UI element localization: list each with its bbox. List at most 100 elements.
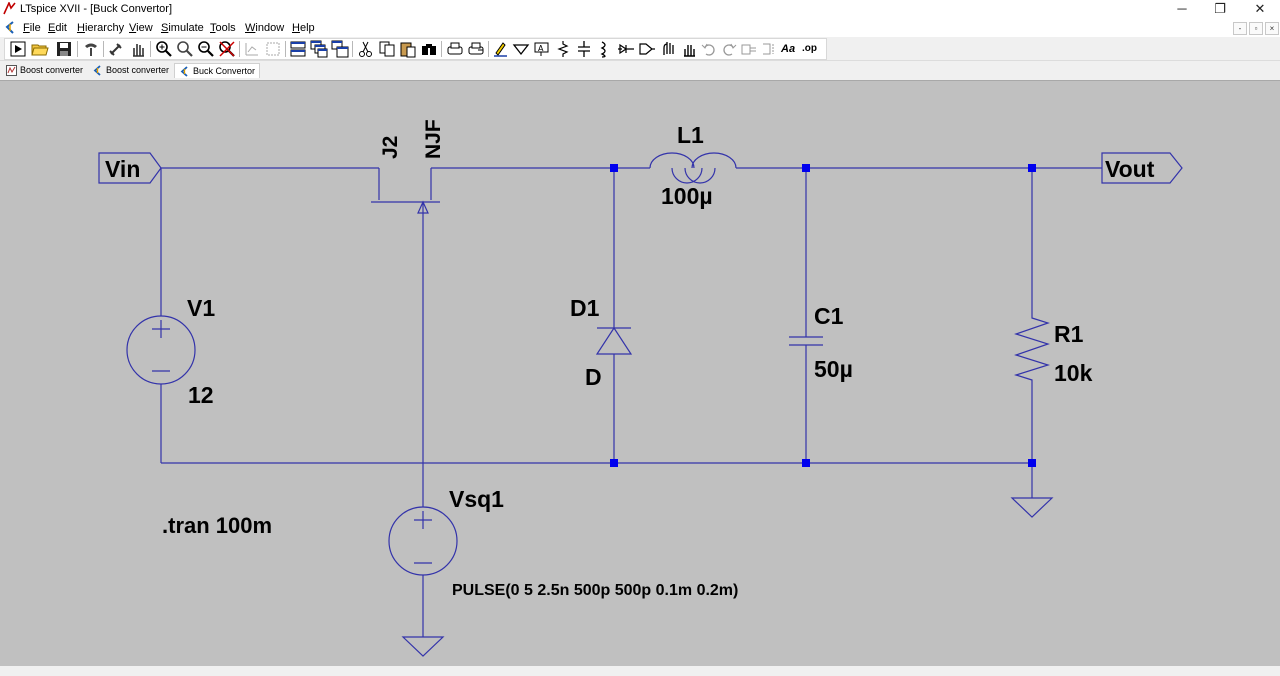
zoom-in-icon[interactable] bbox=[155, 40, 173, 58]
r1-value-label[interactable]: 10k bbox=[1054, 360, 1093, 386]
tile-vertical-icon[interactable] bbox=[331, 40, 349, 58]
d1-diode[interactable] bbox=[595, 168, 633, 463]
menu-help[interactable]: Help bbox=[292, 22, 315, 34]
ground-symbol[interactable] bbox=[401, 636, 445, 657]
mdi-minimize-button[interactable]: - bbox=[1233, 22, 1247, 35]
spice-directive-icon[interactable]: .op bbox=[802, 40, 820, 58]
j2-name-label[interactable]: J2 bbox=[379, 136, 402, 159]
title-bar: LTspice XVII - [Buck Convertor] ─ ❐ ✕ bbox=[0, 0, 1280, 19]
rotate-icon[interactable] bbox=[659, 40, 677, 58]
restore-button[interactable]: ❐ bbox=[1200, 0, 1240, 19]
vsq1-value-label[interactable]: PULSE(0 5 2.5n 500p 500p 0.1m 0.2m) bbox=[452, 582, 738, 599]
rotate-component-icon[interactable] bbox=[740, 40, 758, 58]
d1-name-label[interactable]: D1 bbox=[570, 295, 600, 321]
toolbar-separator bbox=[77, 41, 78, 57]
junction-dot bbox=[1028, 164, 1036, 172]
open-icon[interactable] bbox=[31, 40, 49, 58]
mdi-close-button[interactable]: × bbox=[1265, 22, 1279, 35]
mirror-icon[interactable] bbox=[680, 40, 698, 58]
v1-name-label[interactable]: V1 bbox=[187, 295, 215, 321]
print-setup-icon[interactable] bbox=[467, 40, 485, 58]
vin-label: Vin bbox=[105, 156, 140, 182]
waveform-doc-icon bbox=[6, 65, 17, 76]
j2-model-label[interactable]: NJF bbox=[422, 119, 445, 159]
toolbar-separator bbox=[150, 41, 151, 57]
halt-icon[interactable] bbox=[107, 40, 125, 58]
undo-icon[interactable] bbox=[700, 40, 718, 58]
save-icon[interactable] bbox=[55, 40, 73, 58]
toolbar-separator bbox=[352, 41, 353, 57]
r1-name-label[interactable]: R1 bbox=[1054, 321, 1084, 347]
vout-label: Vout bbox=[1105, 156, 1155, 182]
schematic-doc-icon bbox=[93, 65, 101, 76]
vsq1-plus-sign bbox=[414, 511, 432, 529]
r1-resistor[interactable] bbox=[1013, 168, 1051, 463]
menu-hierarchy[interactable]: Hierarchy bbox=[77, 22, 124, 34]
ground-symbol[interactable] bbox=[1010, 497, 1054, 518]
inductor-icon[interactable] bbox=[596, 40, 614, 58]
toolbar: A Aa .op bbox=[0, 37, 1280, 61]
capacitor-icon[interactable] bbox=[575, 40, 593, 58]
l1-name-label[interactable]: L1 bbox=[677, 122, 704, 148]
schematic-drawing[interactable]: Vin Vout J2 NJF L1 100µ V1 12 D1 D C1 50… bbox=[0, 81, 1280, 667]
ground-icon[interactable] bbox=[512, 40, 530, 58]
v1-value-label[interactable]: 12 bbox=[188, 382, 214, 408]
menu-edit[interactable]: Edit bbox=[48, 22, 67, 34]
c1-value-label[interactable]: 50µ bbox=[814, 356, 853, 382]
resistor-icon[interactable] bbox=[554, 40, 572, 58]
draw-wire-icon[interactable] bbox=[492, 40, 510, 58]
tab-boost-converter-1[interactable]: Boost converter bbox=[2, 63, 87, 78]
zoom-area-icon[interactable] bbox=[264, 40, 282, 58]
menu-simulate[interactable]: Simulate bbox=[161, 22, 204, 34]
schematic-canvas[interactable]: Vin Vout J2 NJF L1 100µ V1 12 D1 D C1 50… bbox=[0, 80, 1280, 666]
menu-file[interactable]: File bbox=[23, 22, 41, 34]
pan-icon[interactable] bbox=[129, 40, 147, 58]
svg-text:A: A bbox=[538, 44, 544, 53]
tran-directive[interactable]: .tran 100m bbox=[162, 513, 272, 538]
autorange-icon[interactable] bbox=[243, 40, 261, 58]
redo-icon[interactable] bbox=[720, 40, 738, 58]
minimize-button[interactable]: ─ bbox=[1162, 0, 1202, 19]
schematic-doc-icon[interactable] bbox=[4, 21, 17, 34]
zoom-out-icon[interactable] bbox=[197, 40, 215, 58]
menu-view[interactable]: View bbox=[129, 22, 153, 34]
vsq1-name-label[interactable]: Vsq1 bbox=[449, 486, 504, 512]
tab-boost-converter-2[interactable]: Boost converter bbox=[88, 63, 173, 78]
copy-icon[interactable] bbox=[378, 40, 396, 58]
text-icon[interactable]: Aa bbox=[781, 40, 799, 58]
status-bar bbox=[0, 666, 1280, 676]
component-icon[interactable] bbox=[638, 40, 656, 58]
label-net-icon[interactable]: A bbox=[533, 40, 551, 58]
d1-model-label[interactable]: D bbox=[585, 364, 602, 390]
print-icon[interactable] bbox=[446, 40, 464, 58]
zoom-fit-icon[interactable] bbox=[176, 40, 194, 58]
junction-dot bbox=[802, 459, 810, 467]
j2-jfet[interactable] bbox=[371, 168, 440, 463]
l1-inductor[interactable] bbox=[649, 152, 737, 184]
menu-tools[interactable]: Tools bbox=[210, 22, 236, 34]
toolbar-separator bbox=[441, 41, 442, 57]
ltspice-app-icon bbox=[3, 2, 16, 15]
mirror-component-icon[interactable] bbox=[760, 40, 778, 58]
tab-buck-convertor[interactable]: Buck Convertor bbox=[174, 63, 261, 78]
tile-horizontal-icon[interactable] bbox=[289, 40, 307, 58]
cut-icon[interactable] bbox=[357, 40, 375, 58]
run-icon[interactable] bbox=[9, 40, 27, 58]
find-icon[interactable] bbox=[420, 40, 438, 58]
diode-icon[interactable] bbox=[617, 40, 635, 58]
mdi-restore-button[interactable]: ▫ bbox=[1249, 22, 1263, 35]
l1-value-label[interactable]: 100µ bbox=[661, 183, 713, 209]
control-panel-icon[interactable] bbox=[82, 40, 100, 58]
paste-icon[interactable] bbox=[399, 40, 417, 58]
toolbar-separator bbox=[488, 41, 489, 57]
tab-label: Buck Convertor bbox=[193, 66, 256, 76]
cascade-icon[interactable] bbox=[310, 40, 328, 58]
close-button[interactable]: ✕ bbox=[1240, 0, 1280, 19]
toolbar-separator bbox=[285, 41, 286, 57]
document-tab-bar: Boost converter Boost converter Buck Con… bbox=[0, 62, 1280, 79]
toolbar-separator bbox=[103, 41, 104, 57]
menu-window[interactable]: Window bbox=[245, 22, 284, 34]
c1-name-label[interactable]: C1 bbox=[814, 303, 844, 329]
window-title: LTspice XVII - [Buck Convertor] bbox=[20, 3, 173, 15]
cancel-zoom-icon[interactable] bbox=[218, 40, 236, 58]
